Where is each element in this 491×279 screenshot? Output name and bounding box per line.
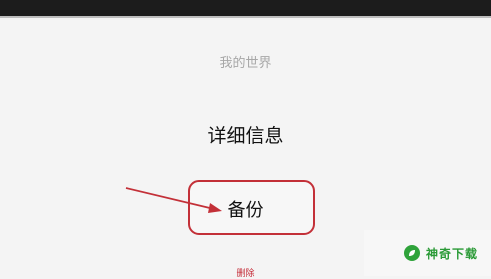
watermark-text: 神奇下载	[426, 246, 479, 261]
top-bar	[0, 0, 491, 18]
leaf-icon	[404, 245, 420, 261]
details-button[interactable]: 详细信息	[0, 121, 491, 148]
watermark: 神奇下载	[364, 230, 491, 276]
backup-button[interactable]: 备份	[0, 196, 491, 222]
menu-title: 我的世界	[219, 56, 272, 71]
